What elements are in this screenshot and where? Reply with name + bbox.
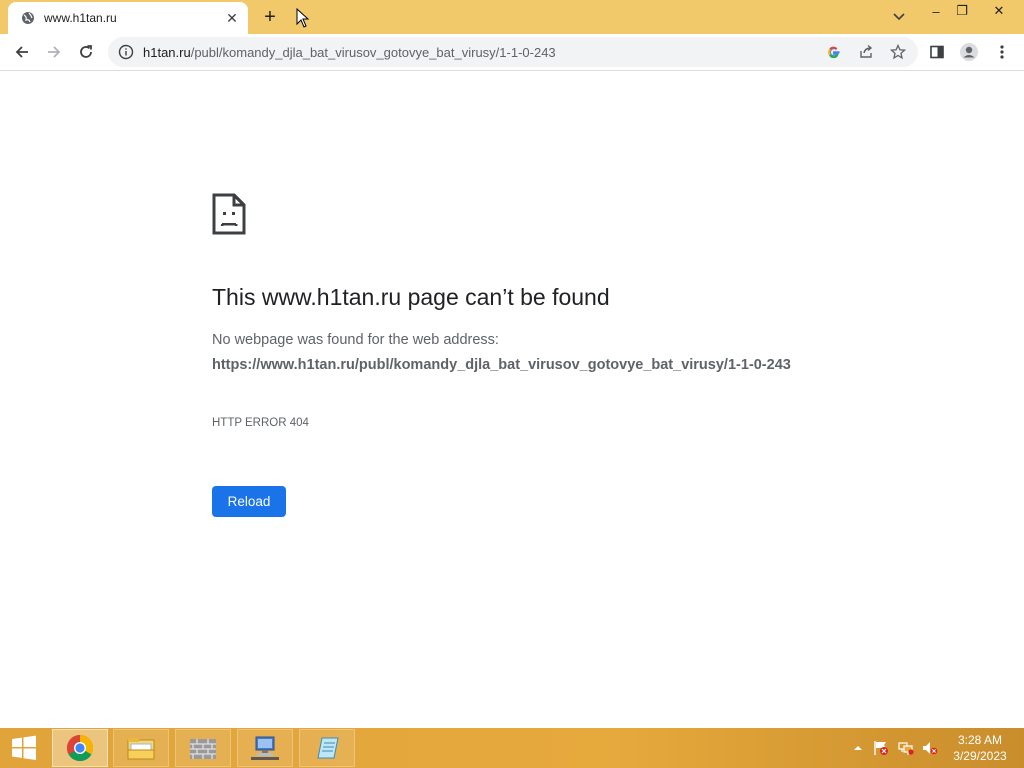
error-url: https://www.h1tan.ru/publ/komandy_djla_b… (212, 357, 791, 373)
tab-active[interactable]: www.h1tan.ru ✕ (8, 2, 248, 34)
url-text[interactable]: h1tan.ru/publ/komandy_djla_bat_virusov_g… (143, 45, 556, 60)
browser-toolbar: h1tan.ru/publ/komandy_djla_bat_virusov_g… (0, 34, 1024, 71)
system-clock[interactable]: 3:28 AM 3/29/2023 (945, 732, 1015, 764)
menu-kebab-icon[interactable] (990, 40, 1014, 64)
clock-date: 3/29/2023 (953, 749, 1007, 763)
share-icon[interactable] (857, 43, 875, 61)
tab-search-chevron-icon[interactable] (888, 6, 910, 28)
reload-icon[interactable] (72, 38, 100, 66)
new-tab-button[interactable]: + (258, 5, 282, 29)
address-bar[interactable]: h1tan.ru/publ/komandy_djla_bat_virusov_g… (108, 37, 918, 67)
sad-page-icon (212, 193, 246, 240)
taskbar-firewall-icon[interactable] (175, 729, 231, 767)
reload-button[interactable]: Reload (212, 486, 286, 517)
windows-taskbar: 3:28 AM 3/29/2023 (0, 728, 1024, 768)
bookmark-star-icon[interactable] (889, 43, 907, 61)
globe-icon (20, 10, 36, 26)
close-window-button[interactable]: ✕ (983, 0, 1015, 22)
volume-muted-icon[interactable] (921, 739, 939, 757)
error-page: This www.h1tan.ru page can’t be found No… (0, 71, 1024, 728)
profile-avatar-icon[interactable] (957, 40, 981, 64)
error-description: No webpage was found for the web address… (212, 332, 499, 348)
side-panel-icon[interactable] (925, 40, 949, 64)
taskbar-network-computer-icon[interactable] (237, 729, 293, 767)
error-title: This www.h1tan.ru page can’t be found (212, 284, 610, 310)
taskbar-chrome-icon[interactable] (52, 729, 108, 767)
network-icon[interactable] (897, 739, 915, 757)
forward-button[interactable] (40, 38, 68, 66)
google-lens-icon[interactable] (825, 43, 843, 61)
tab-close-icon[interactable]: ✕ (222, 8, 242, 28)
tab-title: www.h1tan.ru (44, 11, 117, 25)
action-center-flag-icon[interactable] (872, 739, 890, 757)
back-button[interactable] (8, 38, 36, 66)
url-host: h1tan.ru (143, 45, 191, 60)
tray-chevron-up-icon[interactable] (849, 739, 867, 757)
tab-strip: www.h1tan.ru ✕ + – ❐ ✕ (0, 0, 1024, 34)
url-path: /publ/komandy_djla_bat_virusov_gotovye_b… (190, 45, 556, 60)
clock-time: 3:28 AM (957, 733, 1003, 747)
taskbar-file-explorer-icon[interactable] (113, 729, 169, 767)
mouse-cursor-icon (296, 7, 310, 33)
error-code: HTTP ERROR 404 (212, 417, 309, 429)
taskbar-notepad-icon[interactable] (299, 729, 355, 767)
info-icon[interactable] (118, 44, 134, 60)
windows-start-icon[interactable] (0, 728, 48, 768)
restore-button[interactable]: ❐ (946, 0, 978, 22)
